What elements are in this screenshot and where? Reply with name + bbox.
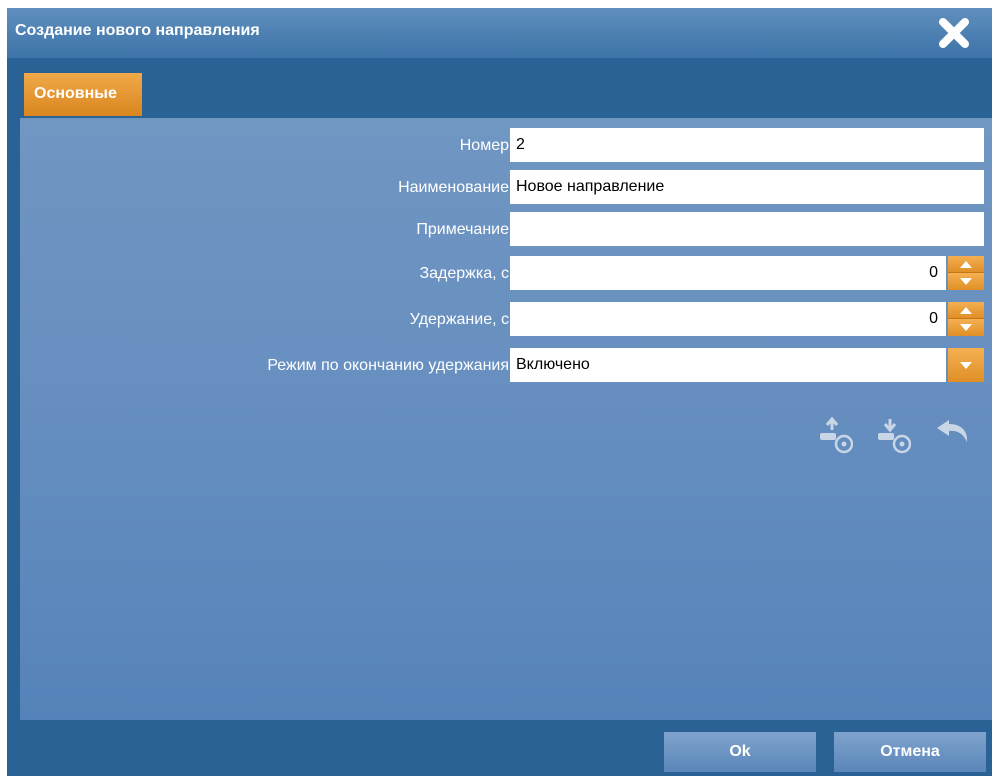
- hold-decrement-button[interactable]: [948, 319, 984, 336]
- close-icon: [939, 18, 969, 48]
- delay-stepper: [948, 256, 984, 290]
- mode-dropdown-button[interactable]: [948, 348, 984, 382]
- undo-button[interactable]: [935, 416, 973, 451]
- name-field[interactable]: Новое направление: [510, 170, 984, 204]
- number-field[interactable]: 2: [510, 128, 984, 162]
- delay-label: Задержка, с: [419, 265, 509, 282]
- chevron-down-icon: [960, 362, 972, 369]
- row-number: Номер 2: [20, 128, 992, 162]
- hold-stepper: [948, 302, 984, 336]
- cancel-button[interactable]: Отмена: [834, 732, 986, 772]
- row-mode: Режим по окончанию удержания Включено: [20, 348, 992, 382]
- hold-label: Удержание, с: [409, 311, 509, 328]
- delay-decrement-button[interactable]: [948, 273, 984, 290]
- undo-icon: [937, 420, 968, 442]
- row-hold: Удержание, с 0: [20, 302, 992, 336]
- upload-icon: [820, 416, 854, 454]
- mode-label: Режим по окончанию удержания: [267, 357, 509, 374]
- upload-button[interactable]: [819, 416, 854, 461]
- hold-increment-button[interactable]: [948, 302, 984, 319]
- delay-increment-button[interactable]: [948, 256, 984, 273]
- delay-field[interactable]: 0: [510, 256, 946, 290]
- dialog-title: Создание нового направления: [15, 22, 260, 39]
- row-note: Примечание: [20, 212, 992, 246]
- name-label: Наименование: [398, 179, 509, 196]
- chevron-up-icon: [960, 307, 972, 314]
- chevron-down-icon: [960, 278, 972, 285]
- chevron-up-icon: [960, 261, 972, 268]
- mode-select[interactable]: Включено: [510, 348, 946, 382]
- number-label: Номер: [459, 137, 509, 154]
- hold-field[interactable]: 0: [510, 302, 946, 336]
- row-delay: Задержка, с 0: [20, 256, 992, 290]
- download-button[interactable]: [877, 416, 912, 461]
- dialog-titlebar: Создание нового направления: [7, 8, 992, 58]
- dialog-window: Создание нового направления Основные Ном…: [7, 8, 992, 776]
- close-button[interactable]: [937, 16, 971, 50]
- note-label: Примечание: [416, 221, 509, 238]
- tab-main[interactable]: Основные: [24, 73, 142, 116]
- chevron-down-icon: [960, 324, 972, 331]
- note-field[interactable]: [510, 212, 984, 246]
- download-icon: [878, 419, 912, 454]
- ok-button[interactable]: Ok: [664, 732, 816, 772]
- row-name: Наименование Новое направление: [20, 170, 992, 204]
